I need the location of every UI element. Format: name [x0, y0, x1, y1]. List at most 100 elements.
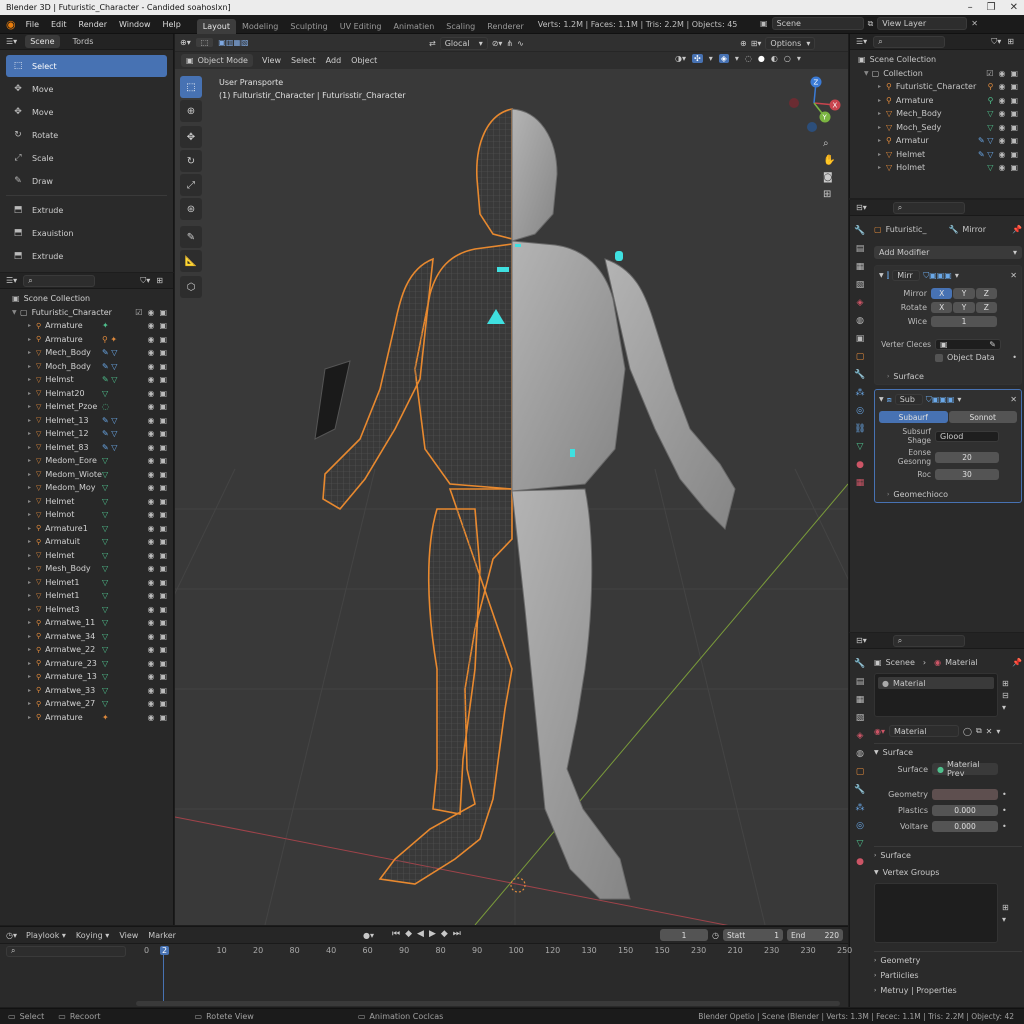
add-collection-icon[interactable]: ⊞ [156, 276, 167, 285]
mirror-axis-y[interactable]: Y [953, 288, 975, 299]
scene-tab-icon[interactable]: ◈ [857, 298, 864, 308]
viewport-menu-view[interactable]: View [257, 56, 286, 65]
eye-icon[interactable]: ◉ [147, 551, 154, 560]
eye-icon[interactable]: ◉ [147, 429, 154, 438]
material-search[interactable]: ⌕ [892, 634, 965, 647]
tool-move-2[interactable]: ✥ Move [6, 101, 167, 123]
workspace-tab-0[interactable]: Layout [196, 18, 236, 34]
close-icon[interactable]: ✕ [1010, 271, 1017, 280]
outliner-right-item[interactable]: ▸ ▽ Helmet ✎ ▽ ◉ ▣ [850, 148, 1024, 162]
expand-icon[interactable]: ▸ [28, 687, 36, 694]
camera-icon[interactable]: ▣ [159, 321, 167, 330]
timeline-menu-1[interactable]: Koying ▾ [71, 931, 114, 940]
outliner-item[interactable]: ▸ ▽ Helmet_Pzoe ◌ ◉ ▣ [0, 400, 173, 414]
eye-icon[interactable]: ◉ [147, 713, 154, 722]
camera-icon[interactable]: ▣ [159, 375, 167, 384]
expand-icon[interactable]: ▸ [28, 646, 36, 653]
physics-tab-icon[interactable]: ◎ [856, 821, 864, 831]
eye-icon[interactable]: ◉ [147, 321, 154, 330]
camera-icon[interactable]: ▣ [1010, 82, 1018, 91]
checkbox-icon[interactable]: ☑ [135, 308, 142, 317]
outliner-item[interactable]: ▸ ▽ Helmot ▽ ◉ ▣ [0, 508, 173, 522]
outliner-item[interactable]: ▸ ⚲ Armatwe_22 ▽ ◉ ▣ [0, 643, 173, 657]
expand-icon[interactable]: ▸ [28, 336, 36, 343]
shading-dropdown-icon[interactable]: ▾ [735, 54, 739, 63]
view-layer-selector[interactable]: View Layer [877, 17, 968, 30]
camera-icon[interactable]: ▣ [159, 537, 167, 546]
outliner-right-item[interactable]: ▸ ▽ Mech_Body ▽ ◉ ▣ [850, 107, 1024, 121]
play-icon[interactable]: ▶ [429, 929, 436, 939]
minimize-icon[interactable]: – [968, 2, 973, 13]
outliner-item[interactable]: ▸ ▽ Helmet3 ▽ ◉ ▣ [0, 603, 173, 617]
plastics-field[interactable]: 0.000 [932, 805, 998, 816]
camera-icon[interactable]: ▣ [159, 335, 167, 344]
expand-icon[interactable]: ▸ [28, 538, 36, 545]
workspace-tab-1[interactable]: Modeling [236, 19, 284, 34]
outliner-right-item[interactable]: ▸ ⚲ Futuristic_Character ⚲ ◉ ▣ [850, 80, 1024, 94]
subsurf-geometry-subpanel[interactable]: Geomechioco [893, 490, 948, 499]
expand-icon[interactable]: ▸ [878, 164, 886, 171]
outliner-item[interactable]: ▸ ▽ Helmet1 ▽ ◉ ▣ [0, 589, 173, 603]
outliner-item[interactable]: ▸ ▽ Helmet_13 ✎ ▽ ◉ ▣ [0, 414, 173, 428]
camera-icon[interactable]: ▣ [1010, 69, 1018, 78]
expand-icon[interactable]: ▸ [28, 660, 36, 667]
modifier-tab-icon[interactable]: 🔧 [854, 785, 865, 795]
tool-draw-5[interactable]: ✎ Draw [6, 170, 167, 192]
outliner-item[interactable]: ▸ ▽ Helmat20 ▽ ◉ ▣ [0, 387, 173, 401]
vertex-object-field[interactable]: ▣ ✎ [935, 339, 1001, 350]
camera-icon[interactable]: ▣ [159, 551, 167, 560]
eye-icon[interactable]: ◉ [147, 456, 154, 465]
dropdown-icon[interactable]: ▾ [955, 271, 959, 280]
outliner-item[interactable]: ▸ ▽ Moch_Body ✎ ▽ ◉ ▣ [0, 360, 173, 374]
eye-icon[interactable]: ◉ [147, 402, 154, 411]
eye-icon[interactable]: ◉ [998, 69, 1005, 78]
transform-orientation-icon[interactable]: ⇄ [429, 39, 436, 48]
camera-icon[interactable]: ▣ [159, 456, 167, 465]
scene-tab-icon[interactable]: ◈ [857, 731, 864, 741]
object-tab-icon[interactable]: ▢ [856, 767, 865, 777]
camera-icon[interactable]: ▣ [159, 659, 167, 668]
workspace-tab-6[interactable]: Renderer [481, 19, 530, 34]
eye-icon[interactable]: ◉ [147, 470, 154, 479]
wice-field[interactable]: 1 [931, 316, 997, 327]
outliner-item[interactable]: ▸ ▽ Mech_Body ✎ ▽ ◉ ▣ [0, 346, 173, 360]
proportional-icon[interactable]: ∿ [517, 39, 524, 48]
expand-icon[interactable]: ▸ [28, 430, 36, 437]
voltare-field[interactable]: 0.000 [932, 821, 998, 832]
collection-tab-icon[interactable]: ▣ [856, 334, 865, 344]
expand-icon[interactable]: ▸ [28, 606, 36, 613]
camera-icon[interactable]: ▣ [159, 524, 167, 533]
render-tab-icon[interactable]: ▤ [856, 244, 865, 254]
camera-icon[interactable]: ▣ [159, 443, 167, 452]
eye-icon[interactable]: ◉ [147, 686, 154, 695]
camera-icon[interactable]: ▣ [159, 362, 167, 371]
subsurf-tab-sonnot[interactable]: Sonnot [948, 411, 1017, 423]
outliner-root[interactable]: ▣ Scone Collection [0, 292, 173, 306]
expand-icon[interactable]: ▸ [28, 673, 36, 680]
next-key-icon[interactable]: ◆ [441, 929, 448, 939]
mirror-axis-x[interactable]: X [931, 288, 953, 299]
subsurf-geometry-field[interactable]: 20 [935, 451, 999, 463]
editor-type-icon[interactable]: ⊕▾ [175, 38, 196, 47]
camera-icon[interactable]: ▣ [159, 510, 167, 519]
output-tab-icon[interactable]: ▦ [856, 695, 865, 705]
camera-icon[interactable]: ▣ [159, 416, 167, 425]
particles-tab-icon[interactable]: ⁂ [856, 803, 865, 813]
outliner-item[interactable]: ▸ ▽ Medom_Moy ▽ ◉ ▣ [0, 481, 173, 495]
unlink-material-icon[interactable]: ✕ [986, 727, 993, 736]
tab-scene[interactable]: Scene [25, 35, 60, 48]
timeline-menu-3[interactable]: Marker [143, 931, 181, 940]
expand-icon[interactable]: ▸ [28, 498, 36, 505]
tool-tab-icon[interactable]: 🔧 [854, 226, 865, 236]
tool-scale-4[interactable]: ⤢ Scale [6, 147, 167, 169]
eye-icon[interactable]: ◉ [147, 510, 154, 519]
menu-file[interactable]: File [20, 20, 45, 29]
camera-icon[interactable]: ▣ [159, 632, 167, 641]
select-mode-icons[interactable]: ▣▥▦▧ [213, 38, 253, 47]
outliner-item[interactable]: ▸ ⚲ Armature ⚲ ✦ ◉ ▣ [0, 333, 173, 347]
outliner-item[interactable]: ▸ ▽ Medom_Wiote ▽ ◉ ▣ [0, 468, 173, 482]
keyframe-icon[interactable]: ●▾ [363, 931, 374, 940]
subsurf-shape-field[interactable]: Glood [935, 430, 999, 442]
eye-icon[interactable]: ◉ [147, 645, 154, 654]
scene-selector[interactable]: Scene [771, 17, 864, 30]
